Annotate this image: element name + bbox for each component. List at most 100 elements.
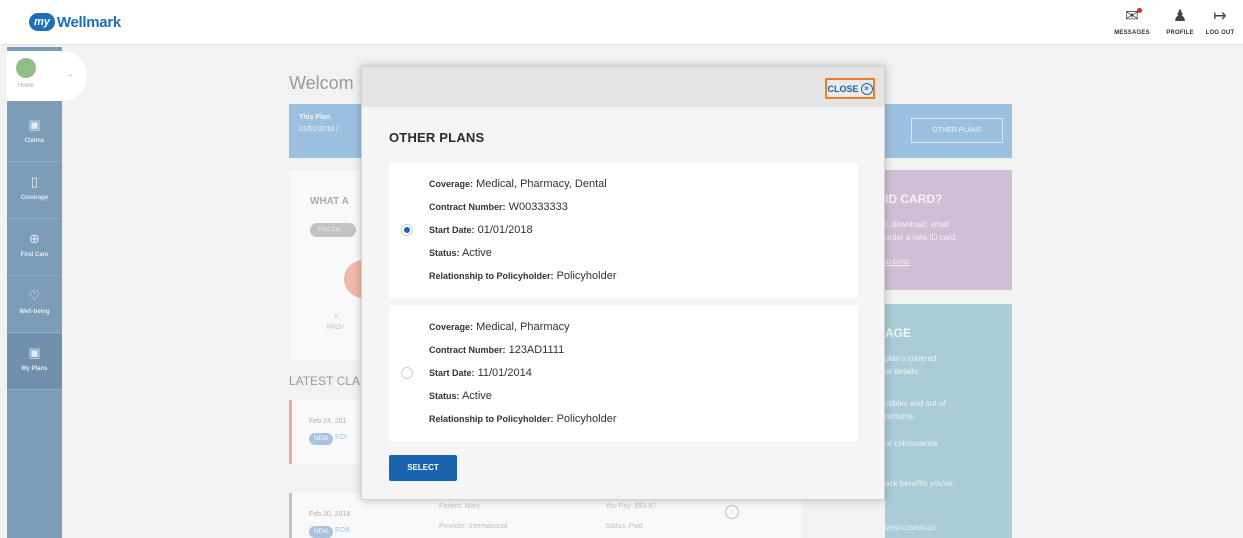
contract-row: Contract Number: W00333333	[429, 201, 568, 213]
envelope-icon: ✉	[1125, 8, 1139, 25]
relationship-key: Relationship to Policyholder:	[429, 271, 554, 281]
close-label: CLOSE	[827, 83, 859, 94]
messages-label: MESSAGES	[1114, 30, 1150, 36]
coverage-text: plan's covered	[885, 354, 937, 363]
coverage-text: ctibles and out-of	[885, 399, 946, 408]
sidebar-item-coverage[interactable]: ▯ Coverage	[7, 163, 62, 219]
top-header: my Wellmark ✉ MESSAGES ♟ PROFILE ↦ LOG O…	[0, 0, 1243, 45]
id-card-line: order a new ID card.	[885, 233, 958, 242]
id-card-line: t, download, email	[885, 220, 950, 229]
sidebar-item-label: Find Care	[20, 252, 49, 258]
plan-radio-button[interactable]	[401, 224, 413, 236]
home-icon	[16, 58, 36, 78]
logout-button[interactable]: ↦ LOG OUT	[1200, 8, 1240, 36]
plan-option-card[interactable]: Coverage: Medical, Pharmacy Contract Num…	[389, 305, 858, 441]
logo-text: Wellmark	[56, 13, 121, 31]
latest-claims-heading: LATEST CLA	[289, 374, 360, 388]
what-card: WHAT A Find Car F PROV	[289, 170, 366, 360]
contract-value: 123AD1111	[508, 344, 565, 356]
id-card-text: t, download, email order a new ID card.	[885, 218, 957, 244]
sidebar-item-home[interactable]: Home →	[7, 51, 87, 101]
eob-link[interactable]: EOI	[335, 434, 347, 441]
messages-button[interactable]: ✉ MESSAGES	[1112, 8, 1152, 36]
relationship-row: Relationship to Policyholder: Policyhold…	[429, 413, 617, 425]
coverage-text: nimums.	[885, 412, 916, 421]
relationship-row: Relationship to Policyholder: Policyhold…	[429, 270, 617, 282]
start-date-row: Start Date: 01/01/2018	[429, 224, 533, 236]
eob-link[interactable]: EOB	[335, 527, 350, 534]
sidebar-item-well-being[interactable]: ♡ Well-being	[7, 277, 62, 333]
status-value: Active	[461, 247, 492, 259]
profile-button[interactable]: ♟ PROFILE	[1160, 8, 1200, 36]
status-value: Active	[461, 390, 492, 402]
select-button[interactable]: SELECT	[389, 455, 457, 481]
sidebar-item-find-care[interactable]: ⊕ Find Care	[7, 220, 62, 276]
notification-dot	[1137, 8, 1142, 13]
status-row: Status: Active	[429, 390, 492, 402]
close-button[interactable]: CLOSE ×	[825, 78, 875, 99]
claim-patient: Patient: Mary	[439, 503, 481, 510]
status-row: Status: Active	[429, 247, 492, 259]
start-date-key: Start Date:	[429, 368, 475, 378]
start-date-row: Start Date: 11/01/2014	[429, 367, 532, 379]
id-card-link[interactable]: ID CARD	[885, 260, 910, 266]
coverage-row: Coverage: Medical, Pharmacy, Dental	[429, 178, 607, 190]
contract-row: Contract Number: 123AD1111	[429, 344, 564, 356]
find-care-pill[interactable]: Find Car	[310, 223, 356, 237]
contract-key: Contract Number:	[429, 202, 506, 212]
plan-bar-dates: 01/01/2018 /	[299, 126, 338, 133]
modal-title: OTHER PLANS	[389, 130, 485, 145]
profile-label: PROFILE	[1166, 30, 1194, 36]
claim-card[interactable]: Feb 24, 201 NEW EOI	[289, 400, 361, 464]
status-key: Status:	[429, 248, 460, 258]
new-badge: NEW	[309, 433, 333, 445]
home-label: Home	[17, 83, 34, 89]
claim-card[interactable]: Feb 20, 2018 NEW EOB	[289, 493, 361, 538]
coverage-heading: AGE	[885, 326, 912, 340]
relationship-value: Policyholder	[556, 270, 617, 282]
start-date-value: 01/01/2018	[477, 224, 533, 236]
coverage-key: Coverage:	[429, 179, 474, 189]
mywellmark-logo[interactable]: my Wellmark	[29, 11, 121, 33]
claim-you-pay: You Pay: $93.97	[605, 503, 657, 510]
coverage-text: ack benefits you've	[885, 479, 953, 488]
what-card-heading: WHAT A	[310, 196, 349, 207]
id-card-panel: ID CARD? t, download, email order a new …	[885, 170, 1012, 290]
arrow-right-icon[interactable]: →	[64, 69, 74, 80]
sidebar-item-label: Well-being	[19, 309, 50, 315]
sidebar-item-label: Coverage	[20, 195, 49, 201]
sidebar-item-my-plans[interactable]: ▣ My Plans	[7, 334, 62, 390]
coverage-text: er details:	[885, 367, 920, 376]
new-badge: NEW	[309, 526, 333, 538]
page-title: Welcom	[289, 73, 354, 93]
coverage-row: Coverage: Medical, Pharmacy	[429, 321, 570, 333]
person-icon: ♟	[1172, 8, 1188, 25]
plan-radio-button[interactable]	[401, 367, 413, 379]
claim-status: Status: Paid	[605, 523, 643, 530]
claim-date: Feb 20, 2018	[309, 511, 351, 518]
relationship-value: Policyholder	[556, 413, 617, 425]
other-plans-button[interactable]: OTHER PLANS	[911, 118, 1003, 143]
claim-provider: Provider: International	[439, 523, 508, 530]
plan-option-card[interactable]: Coverage: Medical, Pharmacy, Dental Cont…	[389, 162, 858, 298]
coverage-panel: AGE plan's covered er details: ctibles a…	[885, 304, 1012, 538]
status-key: Status:	[429, 391, 460, 401]
start-date-value: 11/01/2014	[477, 367, 532, 379]
sidebar-item-claims[interactable]: ▣ Claims	[7, 106, 62, 162]
coverage-icon: ▯	[30, 174, 39, 189]
find-care-icon: ⊕	[29, 231, 40, 246]
relationship-key: Relationship to Policyholder:	[429, 414, 554, 424]
start-date-key: Start Date:	[429, 225, 475, 235]
heart-icon: ♡	[28, 288, 41, 303]
claim-date: Feb 24, 201	[309, 418, 347, 425]
claims-icon: ▣	[28, 117, 41, 132]
coverage-key: Coverage:	[429, 322, 474, 332]
logout-label: LOG OUT	[1205, 30, 1235, 36]
view-coverage-link[interactable]: VIEW COVERAGE	[885, 523, 936, 536]
sidebar-item-label: Claims	[24, 138, 45, 144]
provider-text: PROV	[327, 325, 345, 331]
my-plans-icon: ▣	[28, 345, 41, 360]
modal-header: CLOSE ×	[362, 67, 884, 107]
chevron-right-icon[interactable]: ›	[725, 505, 739, 519]
contract-value: W00333333	[508, 201, 568, 213]
